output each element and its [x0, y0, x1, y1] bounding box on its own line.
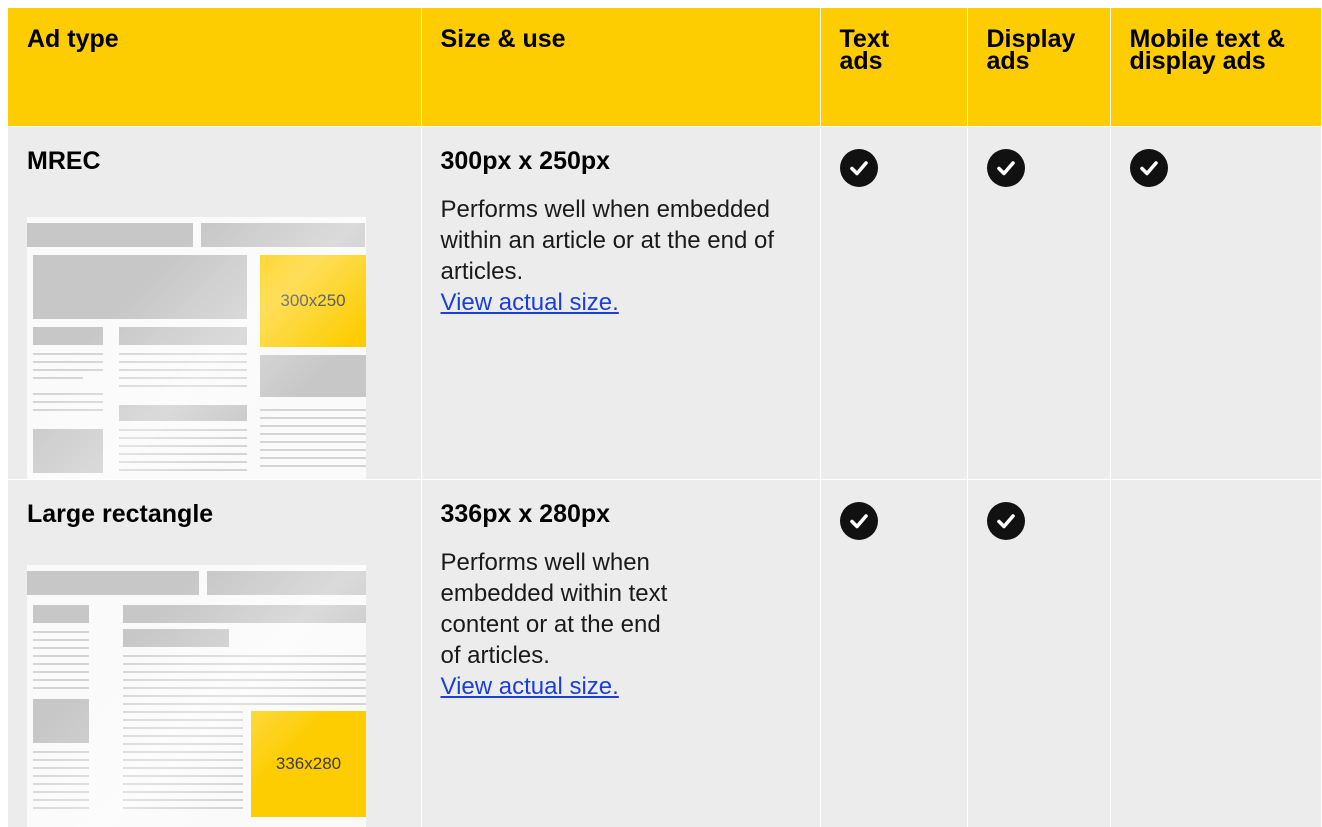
large-rectangle-layout-thumbnail: 336x280 — [27, 564, 366, 827]
cell-size-use: 336px x 280px Performs well when embedde… — [421, 479, 821, 827]
ad-type-name: Large rectangle — [27, 499, 214, 528]
check-circle-icon — [839, 148, 878, 187]
cell-mobile-ads — [1110, 479, 1321, 827]
check-circle-icon — [986, 501, 1025, 540]
ad-size: 300px x 250px — [440, 146, 611, 175]
table-header-row: Ad type Size & use Text ads Display ads … — [8, 8, 1321, 126]
ad-description-text: Performs well when embedded within text … — [440, 548, 668, 669]
header-display-ads: Display ads — [967, 8, 1111, 126]
ad-size: 336px x 280px — [440, 499, 611, 528]
ad-description-text: Performs well when embedded within an ar… — [440, 195, 775, 285]
view-actual-size-link[interactable]: View actual size. — [441, 673, 619, 700]
ad-placeholder: 300x250 — [260, 254, 366, 347]
ad-placeholder: 336x280 — [251, 710, 366, 817]
check-circle-icon — [986, 148, 1025, 187]
check-circle-icon — [839, 501, 878, 540]
cell-ad-type: MREC 300x250 — [8, 126, 422, 479]
cell-mobile-ads — [1110, 126, 1321, 479]
header-mobile-ads: Mobile text & display ads — [1110, 8, 1321, 126]
header-text-ads: Text ads — [820, 8, 968, 126]
header-size-use: Size & use — [421, 8, 821, 126]
check-circle-icon — [1129, 148, 1168, 187]
cell-text-ads — [820, 479, 968, 827]
cell-size-use: 300px x 250px Performs well when embedde… — [421, 126, 821, 479]
view-actual-size-link[interactable]: View actual size. — [441, 289, 619, 316]
mrec-layout-thumbnail: 300x250 — [27, 216, 366, 479]
ad-placeholder-label: 300x250 — [280, 290, 346, 310]
table-row-large-rectangle: Large rectangle 336x280 336px x 280px Pe… — [8, 479, 1321, 827]
ad-sizes-table-container: Ad type Size & use Text ads Display ads … — [8, 8, 1321, 827]
ad-type-name: MREC — [27, 146, 101, 175]
ad-placeholder-label: 336x280 — [275, 753, 342, 773]
cell-ad-type: Large rectangle 336x280 — [8, 479, 422, 827]
cell-text-ads — [820, 126, 968, 479]
ad-description: Performs well when embedded within text … — [422, 529, 820, 702]
table-row-mrec: MREC 300x250 300px x 250px Performs well… — [8, 126, 1321, 479]
ad-description: Performs well when embedded within an ar… — [422, 176, 820, 318]
ad-sizes-table: Ad type Size & use Text ads Display ads … — [8, 8, 1321, 827]
cell-display-ads — [967, 479, 1111, 827]
cell-display-ads — [967, 126, 1111, 479]
header-ad-type: Ad type — [8, 8, 422, 126]
